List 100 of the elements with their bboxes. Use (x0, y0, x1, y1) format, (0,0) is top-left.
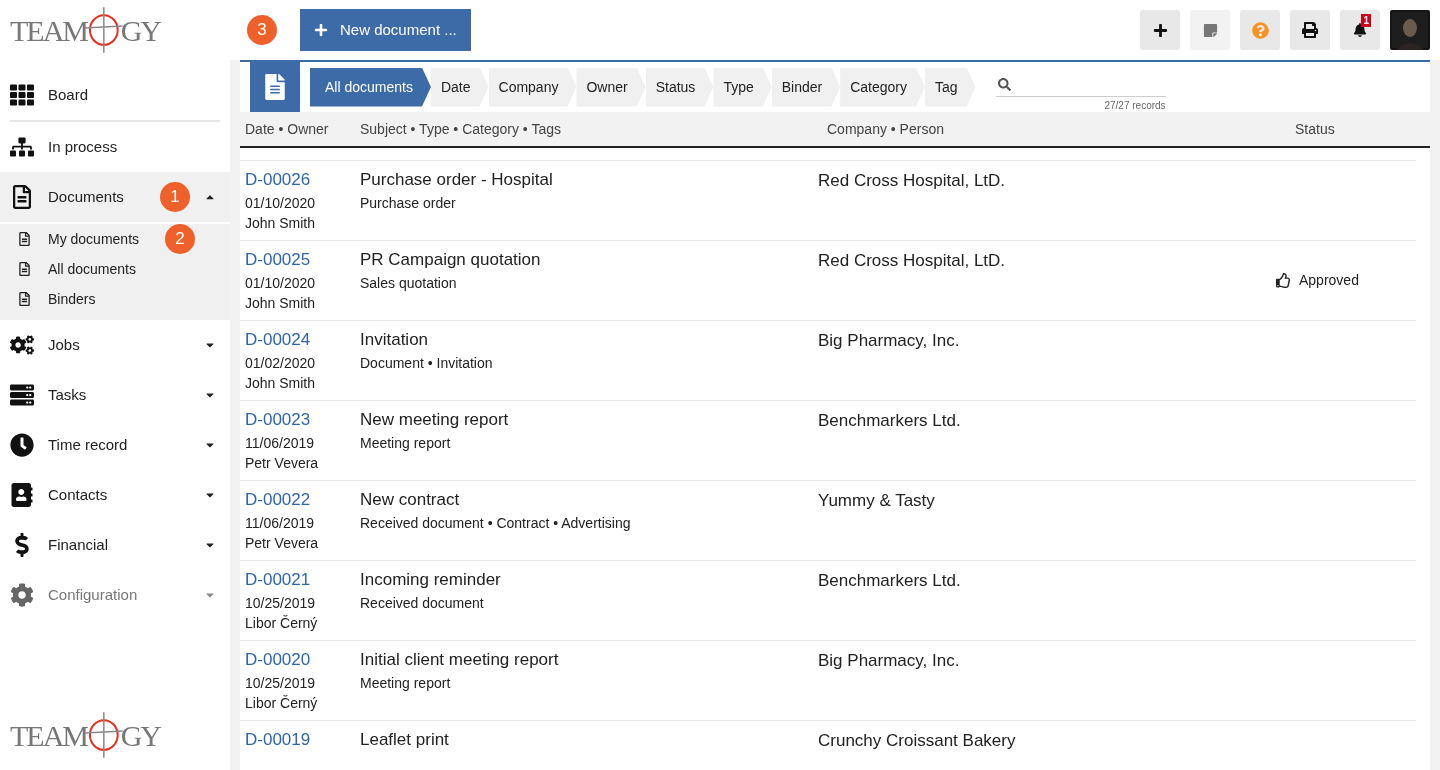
date-text: 01/10/2020 (245, 194, 317, 213)
date-text: 11/06/2019 (245, 514, 316, 533)
new-document-button[interactable]: New document ... (300, 9, 471, 51)
type-text: Meeting report (360, 434, 452, 453)
subject-text: Incoming reminder (360, 569, 502, 591)
type-text: Sales quotation (360, 274, 458, 293)
column-header: Status (1294, 119, 1335, 139)
sidebar-item[interactable]: Documents 1 (0, 172, 230, 222)
sidebar-item[interactable]: In process (0, 122, 230, 172)
date-text: 01/10/2020 (245, 274, 317, 293)
status-text: Approved (1276, 270, 1359, 291)
document-link[interactable]: D-00021 (245, 569, 360, 591)
owner-text: Libor Černý (245, 614, 319, 633)
owner-text: Libor Černý (245, 694, 319, 713)
filter-tab[interactable]: Date (430, 67, 489, 107)
document-icon (265, 74, 285, 100)
help-icon (1251, 21, 1269, 39)
document-icon (10, 185, 34, 209)
notifications-button[interactable]: 1 (1340, 10, 1380, 50)
sidebar-item[interactable]: Jobs (0, 320, 230, 370)
number-badge: 2 (165, 224, 195, 254)
date-text: 11/06/2019 (245, 434, 316, 453)
column-header: Date • Owner (244, 119, 330, 139)
type-text: Received document • Contract • Advertising (360, 514, 632, 533)
hierarchy-icon (10, 135, 34, 159)
date-text: 10/25/2019 (245, 594, 317, 613)
filter-tab[interactable]: Binder (771, 67, 841, 107)
column-header: Subject • Type • Category • Tags (360, 119, 562, 139)
filter-tab[interactable]: Status (645, 67, 714, 107)
search-icon (997, 78, 1011, 91)
company-text: Big Pharmacy, Inc. (818, 331, 960, 350)
document-link[interactable]: D-00020 (245, 649, 360, 671)
clock-icon (10, 433, 34, 457)
sidebar-item[interactable]: Tasks (0, 370, 230, 420)
sidebar-item[interactable]: Time record (0, 420, 230, 470)
company-text: Benchmarkers Ltd. (818, 571, 961, 590)
plus-icon (314, 23, 328, 37)
document-icon (18, 232, 31, 246)
date-text: 01/02/2020 (245, 354, 317, 373)
note-button[interactable] (1190, 10, 1230, 50)
document-link[interactable]: D-00022 (245, 489, 360, 511)
server-icon (10, 383, 34, 407)
type-text: Received document (360, 594, 485, 613)
print-button[interactable] (1290, 10, 1330, 50)
notification-count: 1 (1361, 14, 1371, 27)
subject-text: Initial client meeting report (360, 649, 560, 671)
filter-tab[interactable]: Type (713, 67, 772, 107)
logo: TEAM GY (10, 5, 160, 55)
subject-text: Leaflet print (360, 729, 450, 751)
sticky-note-icon (1202, 22, 1218, 38)
number-badge: 1 (160, 182, 190, 212)
subject-text: Invitation (360, 329, 430, 351)
subject-text: Purchase order - Hospital (360, 169, 554, 191)
document-icon (18, 262, 31, 276)
gears-icon (10, 333, 34, 357)
column-header: Company • Person (826, 119, 945, 139)
document-link[interactable]: D-00026 (245, 169, 360, 191)
type-text: Document • Invitation (360, 354, 494, 373)
sidebar-item[interactable]: Financial (0, 520, 230, 570)
owner-text: Petr Vevera (245, 454, 320, 473)
printer-icon (1302, 22, 1318, 38)
number-badge: 3 (247, 15, 277, 45)
owner-text: Petr Vevera (245, 534, 320, 553)
company-text: Red Cross Hospital, LtD. (818, 251, 1006, 270)
settings-icon (10, 583, 34, 607)
document-icon (18, 292, 31, 306)
grid-icon (10, 83, 34, 107)
owner-text: John Smith (245, 294, 317, 313)
bell-icon (1353, 23, 1367, 37)
document-link[interactable]: D-00024 (245, 329, 360, 351)
company-text: Yummy & Tasty (818, 491, 935, 510)
subject-text: New meeting report (360, 409, 510, 431)
record-count: 27/27 records (1104, 99, 1166, 113)
document-link[interactable]: D-00025 (245, 249, 360, 271)
filter-tab[interactable]: Company (488, 67, 577, 107)
type-text: Meeting report (360, 674, 452, 693)
owner-text: John Smith (245, 374, 317, 393)
thumbs-up-icon (1276, 273, 1291, 288)
date-text: 10/25/2019 (245, 674, 317, 693)
filter-tab[interactable]: Owner (576, 67, 646, 107)
subject-text: PR Campaign quotation (360, 249, 542, 271)
plus-icon (1152, 22, 1168, 38)
filter-tab[interactable]: Tag (925, 67, 976, 107)
filter-tab[interactable]: All documents (310, 67, 431, 107)
sidebar-subitem[interactable]: Binders (0, 284, 230, 314)
sidebar-item[interactable]: Contacts (0, 470, 230, 520)
sidebar-subitem[interactable]: My documents 2 (0, 224, 230, 254)
sidebar-subitem[interactable]: All documents (0, 254, 230, 284)
owner-text: John Smith (245, 214, 317, 233)
sidebar-item[interactable]: Board (10, 70, 220, 120)
address-book-icon (10, 483, 34, 507)
type-text: Purchase order (360, 194, 457, 213)
company-text: Red Cross Hospital, LtD. (818, 171, 1006, 190)
company-text: Big Pharmacy, Inc. (818, 651, 960, 670)
filter-tab[interactable]: Category (840, 67, 925, 107)
document-link[interactable]: D-00019 (245, 729, 360, 751)
company-text: Crunchy Croissant Bakery (818, 731, 1016, 750)
company-text: Benchmarkers Ltd. (818, 411, 961, 430)
add-button[interactable] (1140, 10, 1180, 50)
document-link[interactable]: D-00023 (245, 409, 360, 431)
